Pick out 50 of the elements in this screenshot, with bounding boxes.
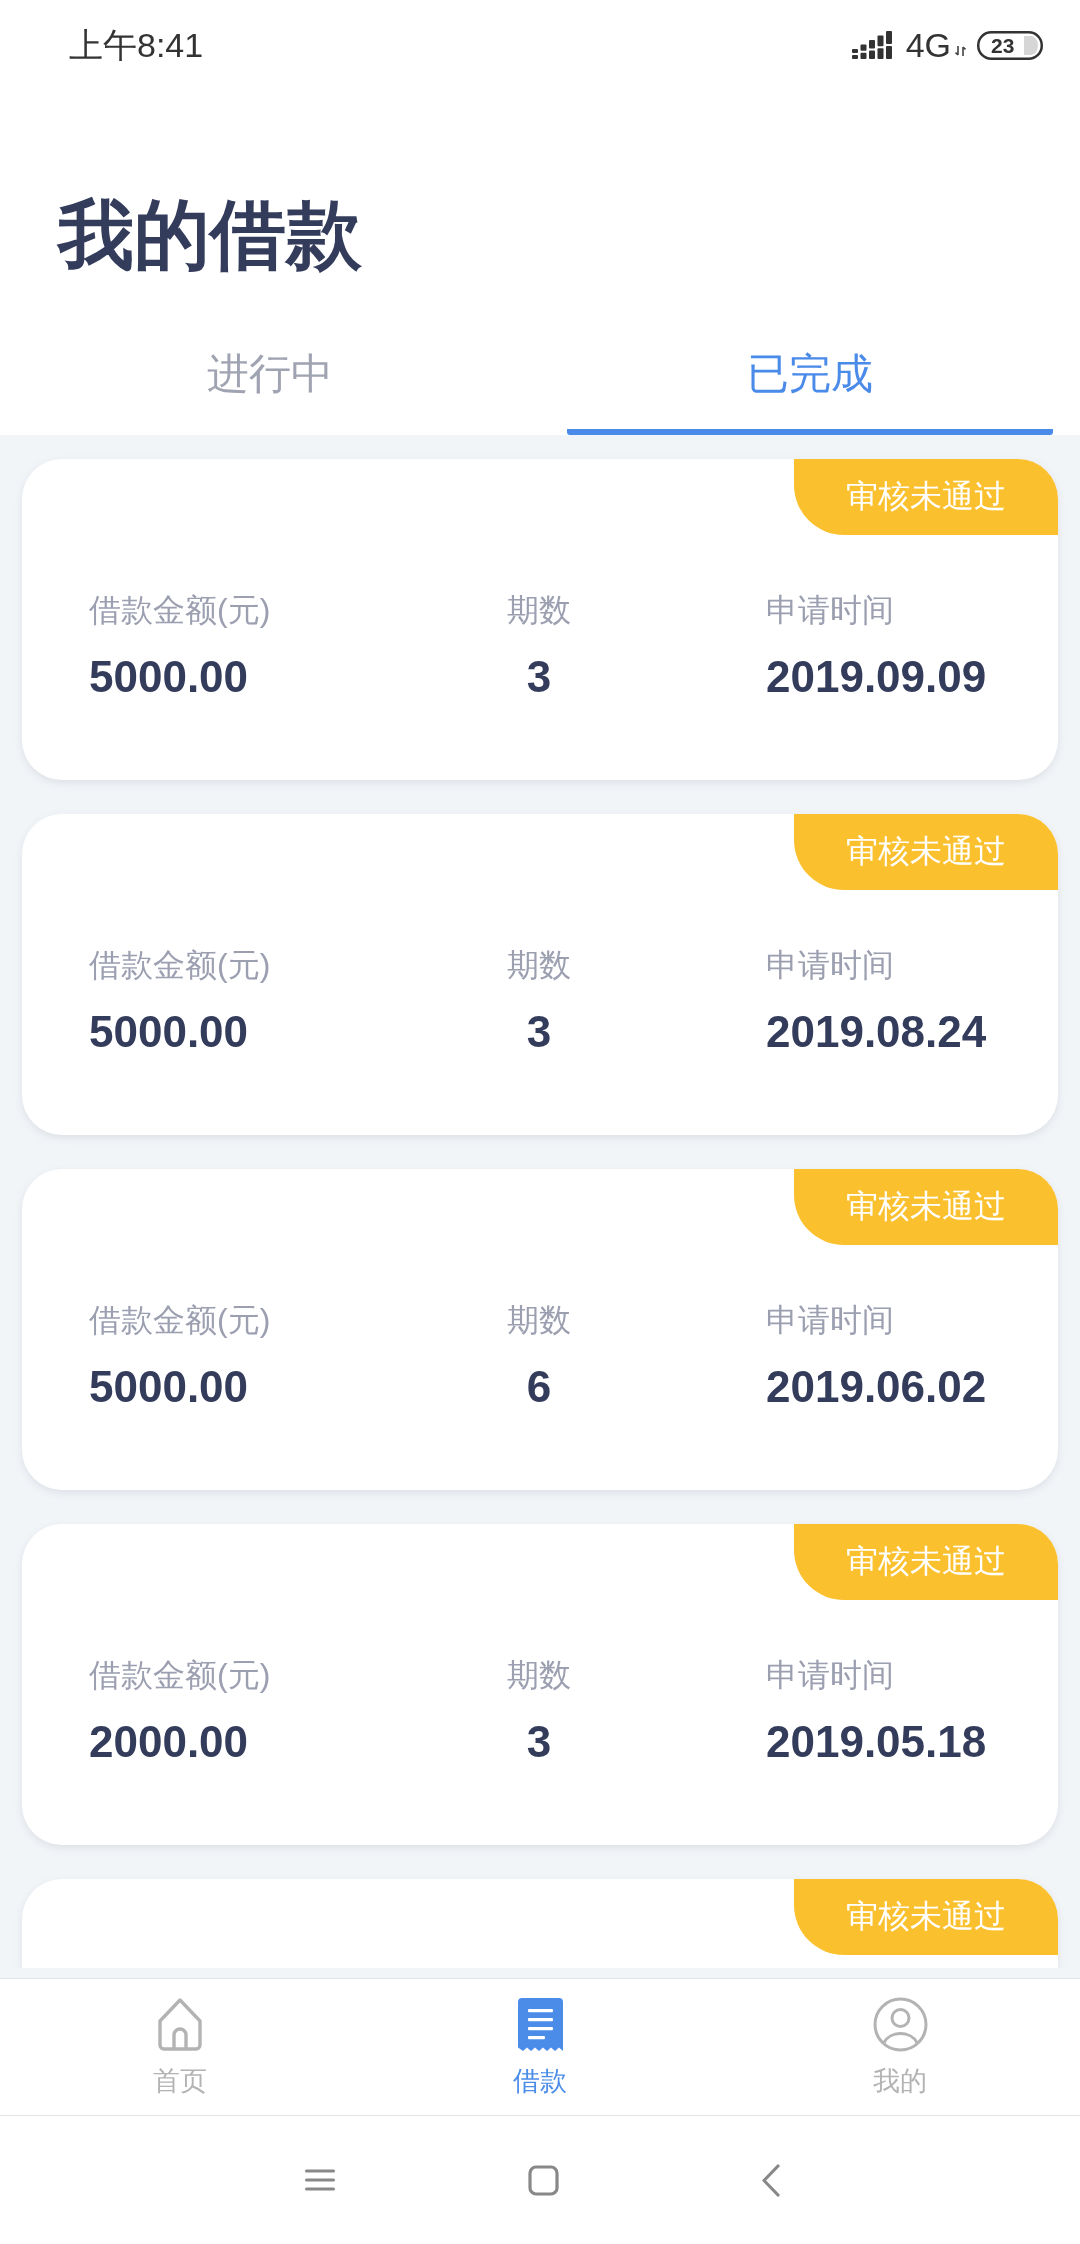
field-value: 2019.08.24 <box>766 1006 987 1058</box>
menu-icon[interactable] <box>305 2169 335 2191</box>
loan-card[interactable]: 审核未通过 借款金额(元) 2000.00 期数 3 申请时间 2019.05.18 <box>22 1524 1058 1845</box>
field-value: 2019.05.18 <box>766 1716 987 1768</box>
field-label: 申请时间 <box>766 591 894 630</box>
field-label: 申请时间 <box>766 946 894 985</box>
signal-icon <box>851 31 892 59</box>
data-arrows-icon <box>955 46 966 56</box>
field-label: 期数 <box>507 591 571 630</box>
field-label: 申请时间 <box>766 1656 894 1695</box>
field-label: 借款金额(元) <box>89 1656 271 1695</box>
status-tag: 审核未通过 <box>794 1169 1058 1245</box>
battery-level-text: 23 <box>991 32 1015 58</box>
field-label: 借款金额(元) <box>89 1301 271 1340</box>
nav-item[interactable]: 我的 <box>720 1979 1080 2115</box>
field-label: 借款金额(元) <box>89 591 271 630</box>
loan-card[interactable]: 审核未通过 借款金额(元) 5000.00 期数 3 申请时间 2019.09.09 <box>22 459 1058 780</box>
status-tag: 审核未通过 <box>794 814 1058 890</box>
field-label: 申请时间 <box>766 1301 894 1340</box>
field-value: 2019.09.09 <box>766 651 987 703</box>
status-tag: 审核未通过 <box>794 459 1058 535</box>
field-value: 2019.06.02 <box>766 1361 987 1413</box>
nav-item[interactable]: 借款 <box>360 1979 720 2115</box>
time-text: 上午8:41 <box>69 25 204 65</box>
field-value: 5000.00 <box>89 1006 249 1058</box>
status-tag: 审核未通过 <box>794 1879 1058 1955</box>
field-value: 3 <box>526 1006 552 1058</box>
field-value: 5000.00 <box>89 1361 249 1413</box>
user-icon <box>872 1997 928 2052</box>
field-value: 5000.00 <box>89 651 249 703</box>
field-label: 期数 <box>507 1301 571 1340</box>
field-label: 期数 <box>507 946 571 985</box>
receipt-icon <box>516 1997 564 2052</box>
home-icon <box>157 1997 203 2052</box>
battery-icon <box>977 30 1043 60</box>
field-value: 6 <box>526 1361 552 1413</box>
loan-card[interactable]: 审核未通过 借款金额(元) 5000.00 期数 3 申请时间 2019.08.24 <box>22 814 1058 1135</box>
field-label: 借款金额(元) <box>89 946 271 985</box>
back-icon[interactable] <box>762 2163 780 2197</box>
nav-item[interactable]: 首页 <box>0 1979 360 2115</box>
loan-card[interactable]: 审核未通过 借款金额(元) 5000.00 期数 6 申请时间 2019.06.02 <box>22 1169 1058 1490</box>
network-type-text: 4G <box>905 25 951 65</box>
field-value: 2000.00 <box>89 1716 249 1768</box>
field-value: 3 <box>526 1716 552 1768</box>
page-title: 我的借款 <box>58 191 362 279</box>
square-icon[interactable] <box>528 2164 559 2196</box>
status-tag: 审核未通过 <box>794 1524 1058 1600</box>
tab[interactable]: 进行中 <box>27 320 513 435</box>
field-label: 期数 <box>507 1656 571 1695</box>
field-value: 3 <box>526 651 552 703</box>
